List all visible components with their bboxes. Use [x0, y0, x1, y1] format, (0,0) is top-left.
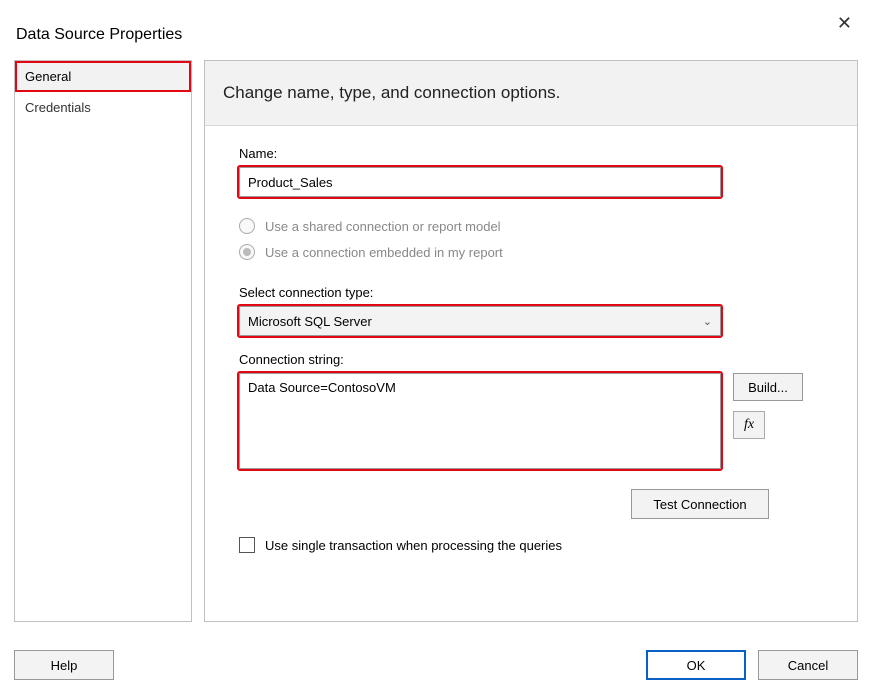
- single-transaction-row[interactable]: Use single transaction when processing t…: [239, 537, 827, 553]
- name-input[interactable]: [239, 167, 721, 197]
- content-body: Name: Use a shared connection or report …: [205, 126, 857, 563]
- radio-shared-connection[interactable]: Use a shared connection or report model: [239, 213, 827, 239]
- connection-string-input[interactable]: [239, 373, 721, 469]
- name-label: Name:: [239, 146, 827, 161]
- connection-string-side-buttons: Build... fx: [733, 373, 803, 439]
- checkbox-icon: [239, 537, 255, 553]
- chevron-down-icon: ⌄: [703, 315, 712, 328]
- sidebar: General Credentials: [14, 60, 192, 622]
- sidebar-item-general[interactable]: General: [15, 61, 191, 92]
- dialog-footer: Help OK Cancel: [14, 650, 858, 680]
- sidebar-item-credentials[interactable]: Credentials: [15, 92, 191, 123]
- dialog-title: Data Source Properties: [16, 0, 182, 44]
- connection-string-label: Connection string:: [239, 352, 827, 367]
- cancel-button[interactable]: Cancel: [758, 650, 858, 680]
- ok-button[interactable]: OK: [646, 650, 746, 680]
- radio-embedded-connection[interactable]: Use a connection embedded in my report: [239, 239, 827, 265]
- select-value: Microsoft SQL Server: [248, 314, 372, 329]
- radio-label: Use a shared connection or report model: [265, 219, 501, 234]
- close-button[interactable]: ✕: [829, 8, 860, 38]
- connection-type-label: Select connection type:: [239, 285, 827, 300]
- expression-button[interactable]: fx: [733, 411, 765, 439]
- connection-string-row: Build... fx: [239, 373, 827, 469]
- test-connection-row: Test Connection: [631, 489, 827, 519]
- title-bar: Data Source Properties ✕: [0, 0, 872, 50]
- sidebar-item-label: Credentials: [25, 100, 91, 115]
- radio-icon: [239, 218, 255, 234]
- connection-mode-radio-group: Use a shared connection or report model …: [239, 213, 827, 265]
- radio-icon: [239, 244, 255, 260]
- radio-label: Use a connection embedded in my report: [265, 245, 503, 260]
- sidebar-item-label: General: [25, 69, 71, 84]
- help-button[interactable]: Help: [14, 650, 114, 680]
- single-transaction-label: Use single transaction when processing t…: [265, 538, 562, 553]
- test-connection-button[interactable]: Test Connection: [631, 489, 769, 519]
- dialog-body: General Credentials Change name, type, a…: [0, 50, 872, 622]
- content-header: Change name, type, and connection option…: [205, 61, 857, 126]
- data-source-properties-dialog: Data Source Properties ✕ General Credent…: [0, 0, 872, 694]
- connection-type-select[interactable]: Microsoft SQL Server ⌄: [239, 306, 721, 336]
- build-button[interactable]: Build...: [733, 373, 803, 401]
- content-panel: Change name, type, and connection option…: [204, 60, 858, 622]
- close-icon: ✕: [837, 13, 852, 33]
- fx-icon: fx: [744, 417, 754, 432]
